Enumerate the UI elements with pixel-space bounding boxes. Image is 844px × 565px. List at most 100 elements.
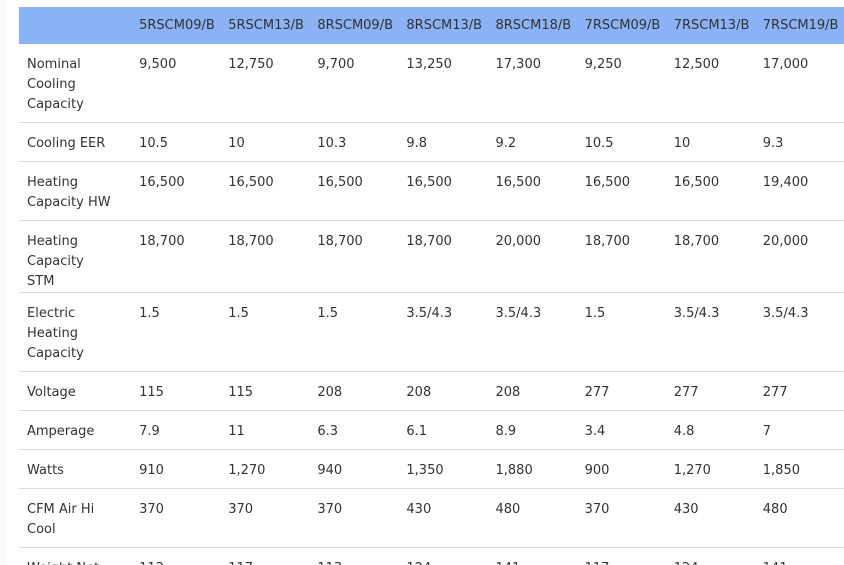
- table-row: Amperage 7.9 11 6.3 6.1 8.9 3.4 4.8 7: [19, 410, 844, 450]
- header-cell-model: 5RSCM13/B: [220, 7, 310, 44]
- table-row: Electric Heating Capacity 1.5 1.5 1.5 3.…: [19, 292, 844, 372]
- table-cell: 9.2: [487, 122, 577, 162]
- table-cell: 16,500: [309, 161, 399, 221]
- table-cell: 9.3: [754, 122, 844, 162]
- table-cell: 480: [487, 488, 577, 548]
- table-cell: 430: [665, 488, 755, 548]
- table-cell: 141: [754, 547, 844, 565]
- table-cell: 370: [309, 488, 399, 548]
- table-row: Cooling EER 10.5 10 10.3 9.8 9.2 10.5 10…: [19, 122, 844, 162]
- table-cell: 6.3: [309, 410, 399, 450]
- table-cell: 16,500: [131, 161, 221, 221]
- table-cell: 8.9: [487, 410, 577, 450]
- header-cell-model: 7RSCM13/B: [665, 7, 755, 44]
- table-cell: 910: [131, 449, 221, 489]
- table-cell: 3.5/4.3: [665, 292, 755, 372]
- table-cell: 18,700: [576, 220, 666, 293]
- page-edge: [0, 0, 6, 565]
- table-cell: 4.8: [665, 410, 755, 450]
- table-cell: 18,700: [220, 220, 310, 293]
- table-row: Voltage 115 115 208 208 208 277 277 277: [19, 371, 844, 411]
- table-row: Weight Net 113 117 113 124 141 117 124 1…: [19, 547, 844, 565]
- table-cell: 115: [220, 371, 310, 411]
- table-cell: 10: [220, 122, 310, 162]
- table-cell: 10.5: [131, 122, 221, 162]
- table-row: Heating Capacity STM 18,700 18,700 18,70…: [19, 220, 844, 293]
- table-cell: 113: [131, 547, 221, 565]
- table-cell: 124: [665, 547, 755, 565]
- table-cell: 12,500: [673, 57, 720, 72]
- table-row: Watts 910 1,270 940 1,350 1,880 900 1,27…: [19, 449, 844, 489]
- table-cell: 19,400: [754, 161, 844, 221]
- table-cell: 277: [754, 371, 844, 411]
- table-cell: 3.5/4.3: [754, 292, 844, 372]
- table-cell: 370: [576, 488, 666, 548]
- table-cell: 208: [487, 371, 577, 411]
- header-cell-model: 8RSCM13/B: [398, 7, 488, 44]
- row-label: Voltage: [19, 371, 132, 411]
- table-cell: 208: [398, 371, 488, 411]
- header-cell-model: 7RSCM19/B: [754, 7, 844, 44]
- table-cell: 7.9: [131, 410, 221, 450]
- table-cell: 370: [131, 488, 221, 548]
- row-label: Electric Heating Capacity: [19, 292, 132, 372]
- table-cell: 9,700: [317, 57, 355, 72]
- table-cell: 10: [665, 122, 755, 162]
- table-cell: 430: [398, 488, 488, 548]
- table-cell: 1.5: [131, 292, 221, 372]
- table-cell: 115: [131, 371, 221, 411]
- table-cell: 1.5: [576, 292, 666, 372]
- table-cell: 17,000: [762, 57, 809, 72]
- table-cell: 9.8: [398, 122, 488, 162]
- table-cell: 20,000: [487, 220, 577, 293]
- header-row: 5RSCM09/B 5RSCM13/B 8RSCM09/B 8RSCM13/B …: [19, 7, 844, 44]
- row-label: Cooling EER: [19, 122, 132, 162]
- table-row: Heating Capacity HW 16,500 16,500 16,500…: [19, 161, 844, 221]
- table-cell: 3.4: [576, 410, 666, 450]
- table-cell: 16,500: [576, 161, 666, 221]
- table-cell: 3.5/4.3: [398, 292, 488, 372]
- header-cell-model: 5RSCM09/B: [131, 7, 221, 44]
- header-cell-model: 8RSCM18/B: [487, 7, 577, 44]
- table-cell: 12,750: [228, 57, 274, 72]
- table-cell: 3.5/4.3: [487, 292, 577, 372]
- table-cell: 1.5: [309, 292, 399, 372]
- table-cell: 16,500: [665, 161, 755, 221]
- table-cell: 141: [487, 547, 577, 565]
- table-cell: 20,000: [754, 220, 844, 293]
- header-cell-model: 8RSCM09/B: [309, 7, 399, 44]
- row-label: Amperage: [19, 410, 132, 450]
- table-cell: 277: [665, 371, 755, 411]
- row-label: Weight Net: [19, 547, 132, 565]
- table-cell: 277: [576, 371, 666, 411]
- table-cell: 208: [309, 371, 399, 411]
- table-cell: 11: [220, 410, 310, 450]
- table-cell: 7: [754, 410, 844, 450]
- row-label: Nominal Cooling Capacity: [27, 57, 84, 112]
- table-cell: 370: [220, 488, 310, 548]
- table-cell: 1,270: [665, 449, 755, 489]
- table-cell: 18,700: [309, 220, 399, 293]
- row-label: Heating Capacity HW: [19, 161, 132, 221]
- table-cell: 1,350: [398, 449, 488, 489]
- table-cell: 1.5: [220, 292, 310, 372]
- table-cell: 16,500: [398, 161, 488, 221]
- row-label: Heating Capacity STM: [19, 220, 132, 293]
- table-cell: 1,270: [220, 449, 310, 489]
- table-cell: 18,700: [398, 220, 488, 293]
- table-cell: 117: [576, 547, 666, 565]
- table-cell: 18,700: [665, 220, 755, 293]
- table-cell: 480: [754, 488, 844, 548]
- table-cell: 17,300: [495, 57, 542, 72]
- table-cell: 1,880: [487, 449, 577, 489]
- table-cell: 113: [309, 547, 399, 565]
- table-cell: 13,250: [406, 57, 452, 72]
- table-cell: 1,850: [754, 449, 844, 489]
- table-cell: 9,250: [584, 57, 622, 72]
- table-cell: 124: [398, 547, 488, 565]
- table-cell: 16,500: [487, 161, 577, 221]
- table-cell: 6.1: [398, 410, 488, 450]
- table-cell: 10.3: [309, 122, 399, 162]
- header-cell-model: 7RSCM09/B: [576, 7, 666, 44]
- table-cell: 900: [576, 449, 666, 489]
